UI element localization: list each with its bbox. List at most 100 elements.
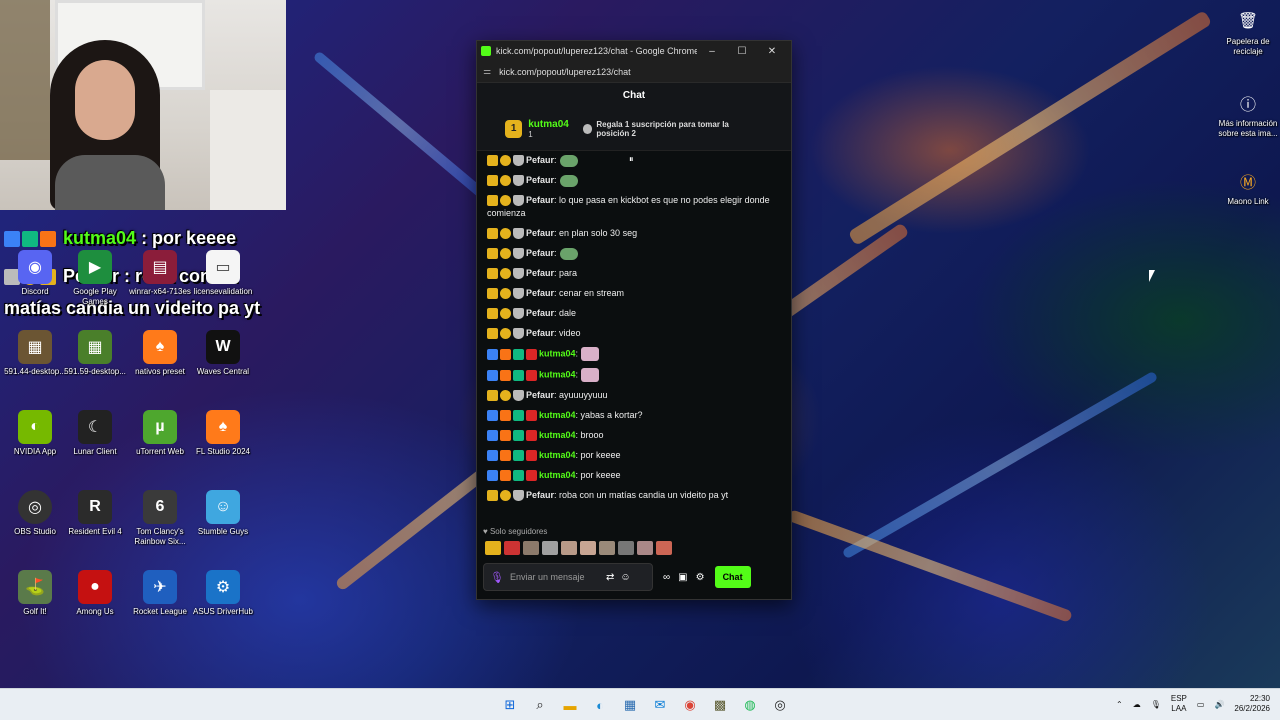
spotify-icon[interactable]: ◍	[738, 694, 762, 716]
desktop-icon-recycle-bin[interactable]: 🗑 Papelera de reciclaje	[1212, 8, 1280, 57]
site-settings-icon[interactable]: ⚌	[483, 66, 491, 77]
emote[interactable]	[599, 541, 615, 555]
network-icon[interactable]: ☁	[1133, 700, 1141, 709]
obs-taskbar-icon[interactable]: ◎	[768, 694, 792, 716]
emote[interactable]	[656, 541, 672, 555]
chat-username[interactable]: Pefaur	[526, 268, 554, 278]
settings-gear-icon[interactable]: ⚙	[696, 572, 705, 583]
chat-username[interactable]: kutma04	[539, 450, 576, 460]
chat-username[interactable]: Pefaur	[526, 155, 554, 165]
chat-username[interactable]: kutma04	[539, 369, 576, 379]
chat-username[interactable]: Pefaur	[526, 328, 554, 338]
chat-username[interactable]: Pefaur	[526, 288, 554, 298]
chat-username[interactable]: kutma04	[539, 430, 576, 440]
chat-username[interactable]: kutma04	[539, 470, 576, 480]
send-chat-button[interactable]: Chat	[714, 566, 751, 588]
rocket-league-icon: ✈	[143, 570, 177, 604]
volume-icon[interactable]: 🔊	[1214, 700, 1224, 709]
language-indicator[interactable]: ESP LAA	[1171, 694, 1187, 714]
show-hidden-icons-chevron-icon[interactable]: ⌃	[1116, 700, 1123, 709]
chrome-icon[interactable]: ◉	[678, 694, 702, 716]
desktop-icon[interactable]: ● Among Us	[60, 570, 130, 617]
golf-it-icon: ⛳	[18, 570, 52, 604]
chat-message-input[interactable]	[509, 572, 600, 582]
chat-message-text: :	[554, 248, 557, 258]
chat-message: Pefaur: dale	[487, 307, 781, 320]
emote[interactable]	[504, 541, 520, 555]
microphone-tray-icon[interactable]: 🎙	[1151, 700, 1161, 709]
desktop-icon[interactable]: ♠ nativos preset	[125, 330, 195, 377]
chat-message-text: :	[554, 175, 557, 185]
emote[interactable]	[618, 541, 634, 555]
chat-message: Pefaur:	[487, 247, 781, 260]
display-icon[interactable]: ▭	[1197, 700, 1205, 709]
chat-message: Pefaur:	[487, 174, 781, 187]
store-icon[interactable]: ▦	[618, 694, 642, 716]
taskbar-apps: ⊞ ⌕ ▬ ◐ ▦ ✉ ◉ ▩ ◍ ◎	[498, 694, 792, 716]
emote[interactable]	[580, 541, 596, 555]
emoji-icon[interactable]: ☺	[620, 572, 630, 583]
minimize-button[interactable]: –	[697, 46, 727, 57]
desktop-icon[interactable]: ▭ licensevalidation	[188, 250, 258, 297]
search-icon[interactable]: ⌕	[528, 694, 552, 716]
desktop-icon-maono[interactable]: Ⓜ Maono Link	[1212, 168, 1280, 207]
recycle-bin-icon: 🗑	[1237, 13, 1259, 30]
desktop-icon[interactable]: 6 Tom Clancy's Rainbow Six...	[125, 490, 195, 547]
windows-start-icon[interactable]: ⊞	[498, 694, 522, 716]
emote[interactable]	[542, 541, 558, 555]
gift-sub-icon[interactable]: ▣	[678, 572, 687, 583]
chat-message-text: : video	[554, 328, 581, 338]
desktop-icon[interactable]: ▦ 591.59-desktop...	[60, 330, 130, 377]
desktop-icon[interactable]: W Waves Central	[188, 330, 258, 377]
maximize-button[interactable]: ☐	[727, 46, 757, 57]
red-badge-icon	[526, 470, 537, 482]
desktop-icon[interactable]: ☾ Lunar Client	[60, 410, 130, 457]
chat-username[interactable]: Pefaur	[526, 228, 554, 238]
chat-message-text: : brooo	[575, 430, 604, 440]
chat-input-box[interactable]: 🎙 ⇄ ☺	[483, 563, 653, 591]
chat-message: kutma04: por keeee	[487, 469, 781, 482]
desktop-icon[interactable]: ▤ winrar-x64-713es	[125, 250, 195, 297]
chat-username[interactable]: Pefaur	[526, 195, 554, 205]
gift-leaderboard[interactable]: 1 kutma04 1 Regala 1 suscripción para to…	[477, 107, 791, 151]
desktop-icon[interactable]: ▶ Google Play Games	[60, 250, 130, 307]
translate-icon[interactable]: ⇄	[606, 572, 614, 583]
desktop-icon[interactable]: ✈ Rocket League	[125, 570, 195, 617]
outlook-icon[interactable]: ✉	[648, 694, 672, 716]
desktop-icon-info[interactable]: ⓘ Más información sobre esta ima...	[1212, 90, 1280, 139]
close-button[interactable]: ✕	[757, 46, 787, 57]
microphone-icon[interactable]: 🎙	[490, 571, 504, 584]
chat-username[interactable]: kutma04	[539, 410, 576, 420]
minecraft-icon[interactable]: ▩	[708, 694, 732, 716]
desktop-icon[interactable]: µ uTorrent Web	[125, 410, 195, 457]
edge-icon[interactable]: ◐	[588, 694, 612, 716]
chat-username[interactable]: kutma04	[539, 348, 576, 358]
desktop-icon[interactable]: ☺ Stumble Guys	[188, 490, 258, 537]
emote[interactable]	[561, 541, 577, 555]
chat-username[interactable]: Pefaur	[526, 248, 554, 258]
emote[interactable]	[485, 541, 501, 555]
orange-badge-icon	[500, 430, 511, 442]
emote[interactable]	[523, 541, 539, 555]
clock[interactable]: 22:30 26/2/2026	[1234, 694, 1270, 714]
chat-username[interactable]: Pefaur	[526, 175, 554, 185]
kicks-icon[interactable]: ∞	[663, 572, 670, 583]
chat-username[interactable]: Pefaur	[526, 308, 554, 318]
desktop-icon[interactable]: R Resident Evil 4	[60, 490, 130, 537]
overlay-chat-line: matías candia un videito pa yt	[4, 298, 261, 318]
window-title: kick.com/popout/luperez123/chat - Google…	[496, 46, 697, 56]
chat-username[interactable]: Pefaur	[526, 490, 554, 500]
green-badge-icon	[513, 369, 524, 381]
wallpaper-road	[786, 509, 1074, 623]
desktop-icon[interactable]: ⚙ ASUS DriverHub	[188, 570, 258, 617]
file-explorer-icon[interactable]: ▬	[558, 694, 582, 716]
emote[interactable]	[637, 541, 653, 555]
gift-prompt[interactable]: Regala 1 suscripción para tomar la posic…	[582, 120, 763, 138]
chat-username[interactable]: Pefaur	[526, 390, 554, 400]
stumble-guys-icon: ☺	[206, 490, 240, 524]
desktop-icon[interactable]: ♠ FL Studio 2024	[188, 410, 258, 457]
mug-badge-icon	[513, 308, 524, 320]
address-bar[interactable]: ⚌ kick.com/popout/luperez123/chat	[477, 61, 791, 83]
utorrent-icon: µ	[143, 410, 177, 444]
crown-badge-icon	[487, 195, 498, 207]
